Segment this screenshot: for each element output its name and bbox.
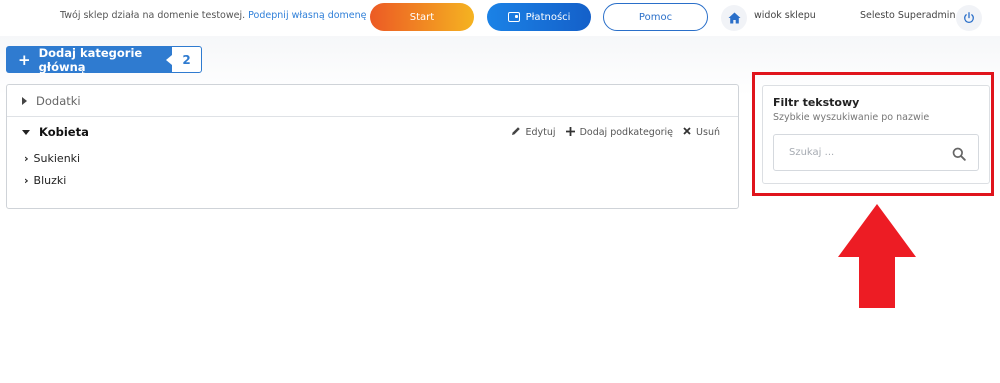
search-box (773, 134, 979, 171)
delete-button[interactable]: Usuń (683, 126, 720, 139)
category-tree: Dodatki Kobieta Edytuj Dodaj podkategori… (6, 84, 739, 209)
domain-notice-text: Twój sklep działa na domenie testowej. (60, 10, 246, 21)
chevron-right-icon: › (24, 174, 29, 187)
add-main-category-label: Dodaj kategorie główną (38, 45, 143, 74)
search-icon[interactable] (952, 146, 966, 161)
up-arrow-icon (838, 204, 916, 308)
start-button[interactable]: Start (370, 3, 474, 31)
category-row-kobieta[interactable]: Kobieta Edytuj Dodaj podkategorię Usuń (7, 117, 738, 147)
close-icon (683, 127, 691, 138)
delete-label: Usuń (696, 127, 720, 138)
subcategory-item[interactable]: › Bluzki (24, 174, 66, 187)
payments-button[interactable]: Płatności (487, 3, 591, 31)
search-input[interactable] (774, 135, 944, 170)
edit-button[interactable]: Edytuj (511, 126, 556, 139)
category-label: Dodatki (36, 93, 81, 108)
subcategory-label: Sukienki (33, 152, 81, 165)
text-filter-panel: Filtr tekstowy Szybkie wyszukiwanie po n… (762, 85, 990, 184)
start-button-label: Start (409, 11, 435, 23)
add-subcategory-button[interactable]: Dodaj podkategorię (565, 126, 674, 139)
add-subcategory-label: Dodaj podkategorię (579, 127, 674, 138)
category-label: Kobieta (39, 125, 89, 139)
user-name: Selesto Superadmin (860, 10, 956, 21)
subcategory-item[interactable]: › Sukienki (24, 152, 80, 165)
home-icon[interactable] (721, 5, 747, 31)
category-actions: Edytuj Dodaj podkategorię Usuń (501, 126, 720, 139)
plus-icon: + (18, 50, 31, 69)
filter-subtitle: Szybkie wyszukiwanie po nazwie (773, 112, 930, 123)
edit-label: Edytuj (525, 127, 556, 138)
caret-right-icon[interactable] (22, 96, 27, 105)
pencil-icon (511, 126, 521, 139)
shop-view-link[interactable]: widok sklepu (754, 10, 816, 21)
top-bar: Twój sklep działa na domenie testowej. P… (0, 0, 1000, 36)
add-main-category-button[interactable]: + Dodaj kategorie główną (6, 45, 171, 74)
caret-down-icon[interactable] (22, 129, 30, 135)
payments-button-label: Płatności (525, 11, 571, 23)
chevron-right-icon: › (24, 152, 29, 165)
help-button[interactable]: Pomoc (603, 3, 708, 31)
category-row-dodatki[interactable]: Dodatki (7, 85, 738, 117)
wallet-icon (507, 12, 520, 22)
connect-domain-link[interactable]: Podepnij własną domenę (248, 10, 366, 21)
domain-notice: Twój sklep działa na domenie testowej. P… (60, 10, 367, 21)
help-button-label: Pomoc (638, 11, 673, 23)
category-count-badge: 2 (166, 46, 202, 73)
subcategory-label: Bluzki (33, 174, 67, 187)
power-icon[interactable] (956, 5, 982, 31)
filter-title: Filtr tekstowy (773, 96, 860, 109)
plus-icon (565, 126, 575, 139)
